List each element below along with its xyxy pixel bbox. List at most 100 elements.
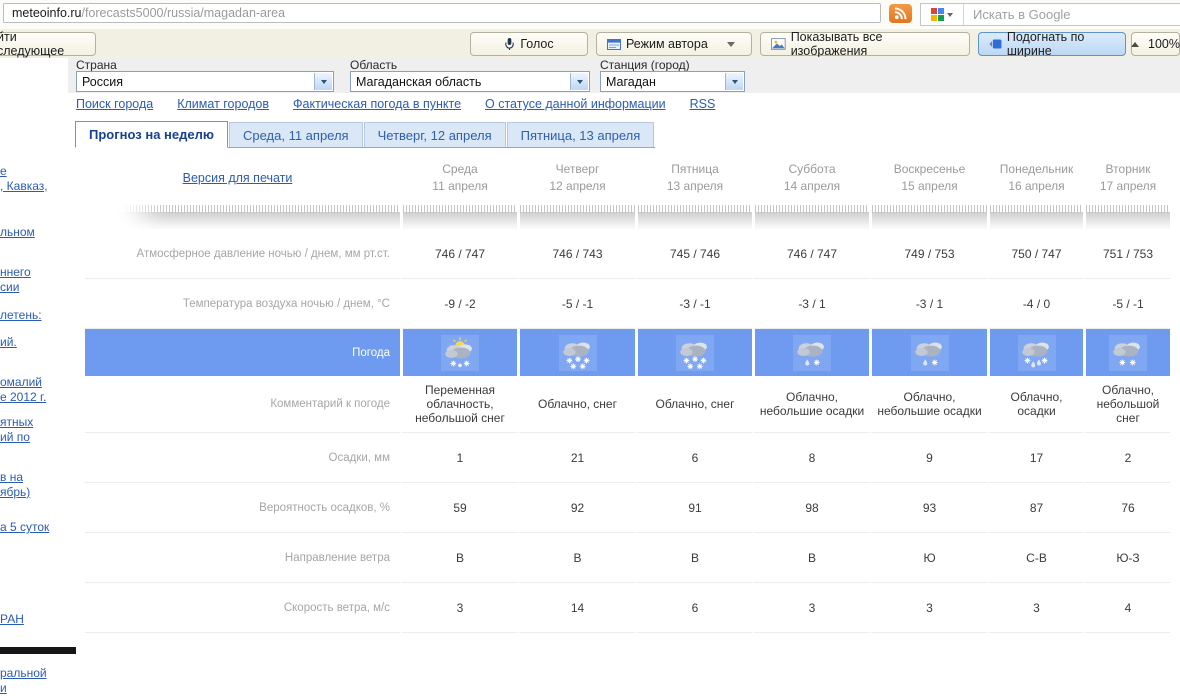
sidebar-link-line[interactable]: омалий — [0, 375, 46, 390]
select-arrow-icon[interactable] — [570, 73, 588, 90]
value-cell: Облачно, осадки — [987, 376, 1083, 433]
sidebar-link[interactable]: РАН — [0, 612, 24, 627]
sidebar-link[interactable]: льном — [0, 225, 35, 240]
sidebar-link[interactable]: в наябрь) — [0, 470, 30, 500]
sidebar-link[interactable]: ннегосии — [0, 265, 31, 295]
day-header: Вторник17 апреля — [1083, 150, 1170, 205]
row-label-cell: Скорость ветра, м/с — [85, 583, 400, 633]
fit-width-icon — [989, 38, 1002, 50]
sidebar-link-line[interactable]: ябрь) — [0, 485, 30, 500]
sidebar-link[interactable]: ий. — [0, 335, 17, 350]
print-version-link[interactable]: Версия для печати — [183, 171, 293, 185]
value-cell: В — [752, 533, 869, 583]
cell-value: 14 — [568, 601, 587, 615]
row-label-cell: Атмосферное давление ночью / днем, мм рт… — [85, 229, 400, 279]
tab-day[interactable]: Пятница, 13 апреля — [507, 122, 655, 147]
value-cell: 98 — [752, 483, 869, 533]
sidebar-link[interactable]: а 5 суток — [0, 520, 49, 535]
station-select[interactable]: Магадан — [600, 71, 745, 92]
cell-value: Облачно, небольшие осадки — [755, 390, 869, 418]
weather-icon-cloudy-snow — [676, 335, 714, 371]
sidebar-link-line[interactable]: е 2012 г. — [0, 390, 46, 405]
rss-glyph — [894, 7, 907, 20]
sidebar-link-line[interactable]: в на — [0, 470, 30, 485]
sidebar-link-line[interactable]: ральной — [0, 666, 47, 681]
search-engine-selector[interactable] — [921, 4, 964, 25]
sidebar-link[interactable]: ральнойи — [0, 666, 47, 696]
sidebar-link-line[interactable]: ий по — [0, 430, 33, 445]
value-cell: 14 — [517, 583, 635, 633]
sidebar-link-line[interactable]: летень: — [0, 308, 42, 323]
select-arrow-icon[interactable] — [725, 73, 743, 90]
rss-icon[interactable] — [889, 4, 912, 23]
microphone-icon — [504, 37, 515, 51]
sidebar-link-line[interactable]: и — [0, 681, 47, 696]
day-header: Пятница13 апреля — [635, 150, 752, 205]
nav-link[interactable]: Климат городов — [177, 97, 269, 111]
show-images-button[interactable]: Показывать все изображения — [760, 32, 970, 56]
sidebar-link-line[interactable]: , Кавказ, — [0, 179, 48, 194]
sidebar-link-line[interactable]: льном — [0, 225, 35, 240]
sidebar-link[interactable]: ятныхий по — [0, 415, 33, 445]
value-cell: 746 / 747 — [752, 229, 869, 279]
nav-link[interactable]: О статусе данной информации — [485, 97, 666, 111]
author-mode-icon — [607, 39, 621, 50]
cell-value: 93 — [920, 501, 939, 515]
author-mode-dropdown[interactable]: Режим автора — [596, 32, 752, 56]
find-next-label: йти следующее — [0, 30, 85, 58]
weather-icon-tile — [1018, 335, 1056, 371]
select-arrow-icon[interactable] — [314, 73, 332, 90]
sidebar-link-line[interactable]: а 5 суток — [0, 520, 49, 535]
tab-week-forecast-active[interactable]: Прогноз на неделю — [75, 121, 228, 148]
google-search-box[interactable]: Искать в Google — [920, 3, 1180, 26]
sidebar-link-line[interactable]: сии — [0, 280, 31, 295]
value-cell: 8 — [752, 433, 869, 483]
fit-width-button[interactable]: Подогнать по ширине — [978, 32, 1126, 56]
day-header: Воскресенье15 апреля — [869, 150, 987, 205]
nav-link[interactable]: RSS — [690, 97, 716, 111]
cell-value: -5 / -1 — [1109, 297, 1146, 311]
sidebar-link-line[interactable]: е — [0, 164, 48, 179]
sidebar: е, Кавказ,льномннегосиилетень:ий.омалийе… — [0, 58, 70, 648]
url-host: meteoinfo.ru — [12, 6, 81, 20]
sidebar-link-line[interactable]: ннего — [0, 265, 31, 280]
row-label-cell: Комментарий к погоде — [85, 376, 400, 433]
cell-value: Переменная облачность, небольшой снег — [403, 383, 517, 425]
address-bar[interactable]: meteoinfo.ru/forecasts5000/russia/magada… — [3, 3, 881, 23]
value-cell: 92 — [517, 483, 635, 533]
country-select[interactable]: Россия — [76, 71, 334, 92]
screen: { "browser": { "url": {"host": "meteoinf… — [0, 0, 1180, 654]
nav-link[interactable]: Фактическая погода в пункте — [293, 97, 461, 111]
weather-icon-tile — [441, 335, 479, 371]
cell-value: 3 — [454, 601, 467, 615]
value-cell: 91 — [635, 483, 752, 533]
tab-day[interactable]: Среда, 11 апреля — [229, 122, 363, 147]
ruler-strip — [85, 205, 400, 229]
cell-value: Облачно, снег — [653, 397, 738, 411]
sidebar-link[interactable]: омалийе 2012 г. — [0, 375, 46, 405]
value-cell: В — [635, 533, 752, 583]
cell-value: 92 — [568, 501, 587, 515]
region-select[interactable]: Магаданская область — [350, 71, 590, 92]
sidebar-link-line[interactable]: ятных — [0, 415, 33, 430]
cell-value: 3 — [1030, 601, 1043, 615]
zoom-control[interactable]: 100% — [1131, 32, 1180, 56]
sidebar-link-line[interactable]: ий. — [0, 335, 17, 350]
find-next-button[interactable]: йти следующее — [0, 32, 96, 56]
tab-day[interactable]: Четверг, 12 апреля — [364, 122, 506, 147]
value-cell: В — [400, 533, 517, 583]
value-cell: 1 — [400, 433, 517, 483]
value-cell: -5 / -1 — [517, 279, 635, 329]
sidebar-link[interactable]: летень: — [0, 308, 42, 323]
sidebar-link[interactable]: е, Кавказ, — [0, 164, 48, 194]
cell-value: В — [570, 551, 584, 565]
tab-bar: Прогноз на неделюСреда, 11 апреляЧетверг… — [75, 121, 655, 148]
value-cell: 21 — [517, 433, 635, 483]
nav-link[interactable]: Поиск города — [76, 97, 153, 111]
sidebar-link-line[interactable]: РАН — [0, 612, 24, 627]
cell-value: 746 / 747 — [432, 247, 488, 261]
cell-value: -9 / -2 — [441, 297, 478, 311]
cell-value: 17 — [1027, 451, 1046, 465]
voice-button[interactable]: Голос — [470, 32, 588, 56]
search-input[interactable]: Искать в Google — [964, 7, 1071, 22]
